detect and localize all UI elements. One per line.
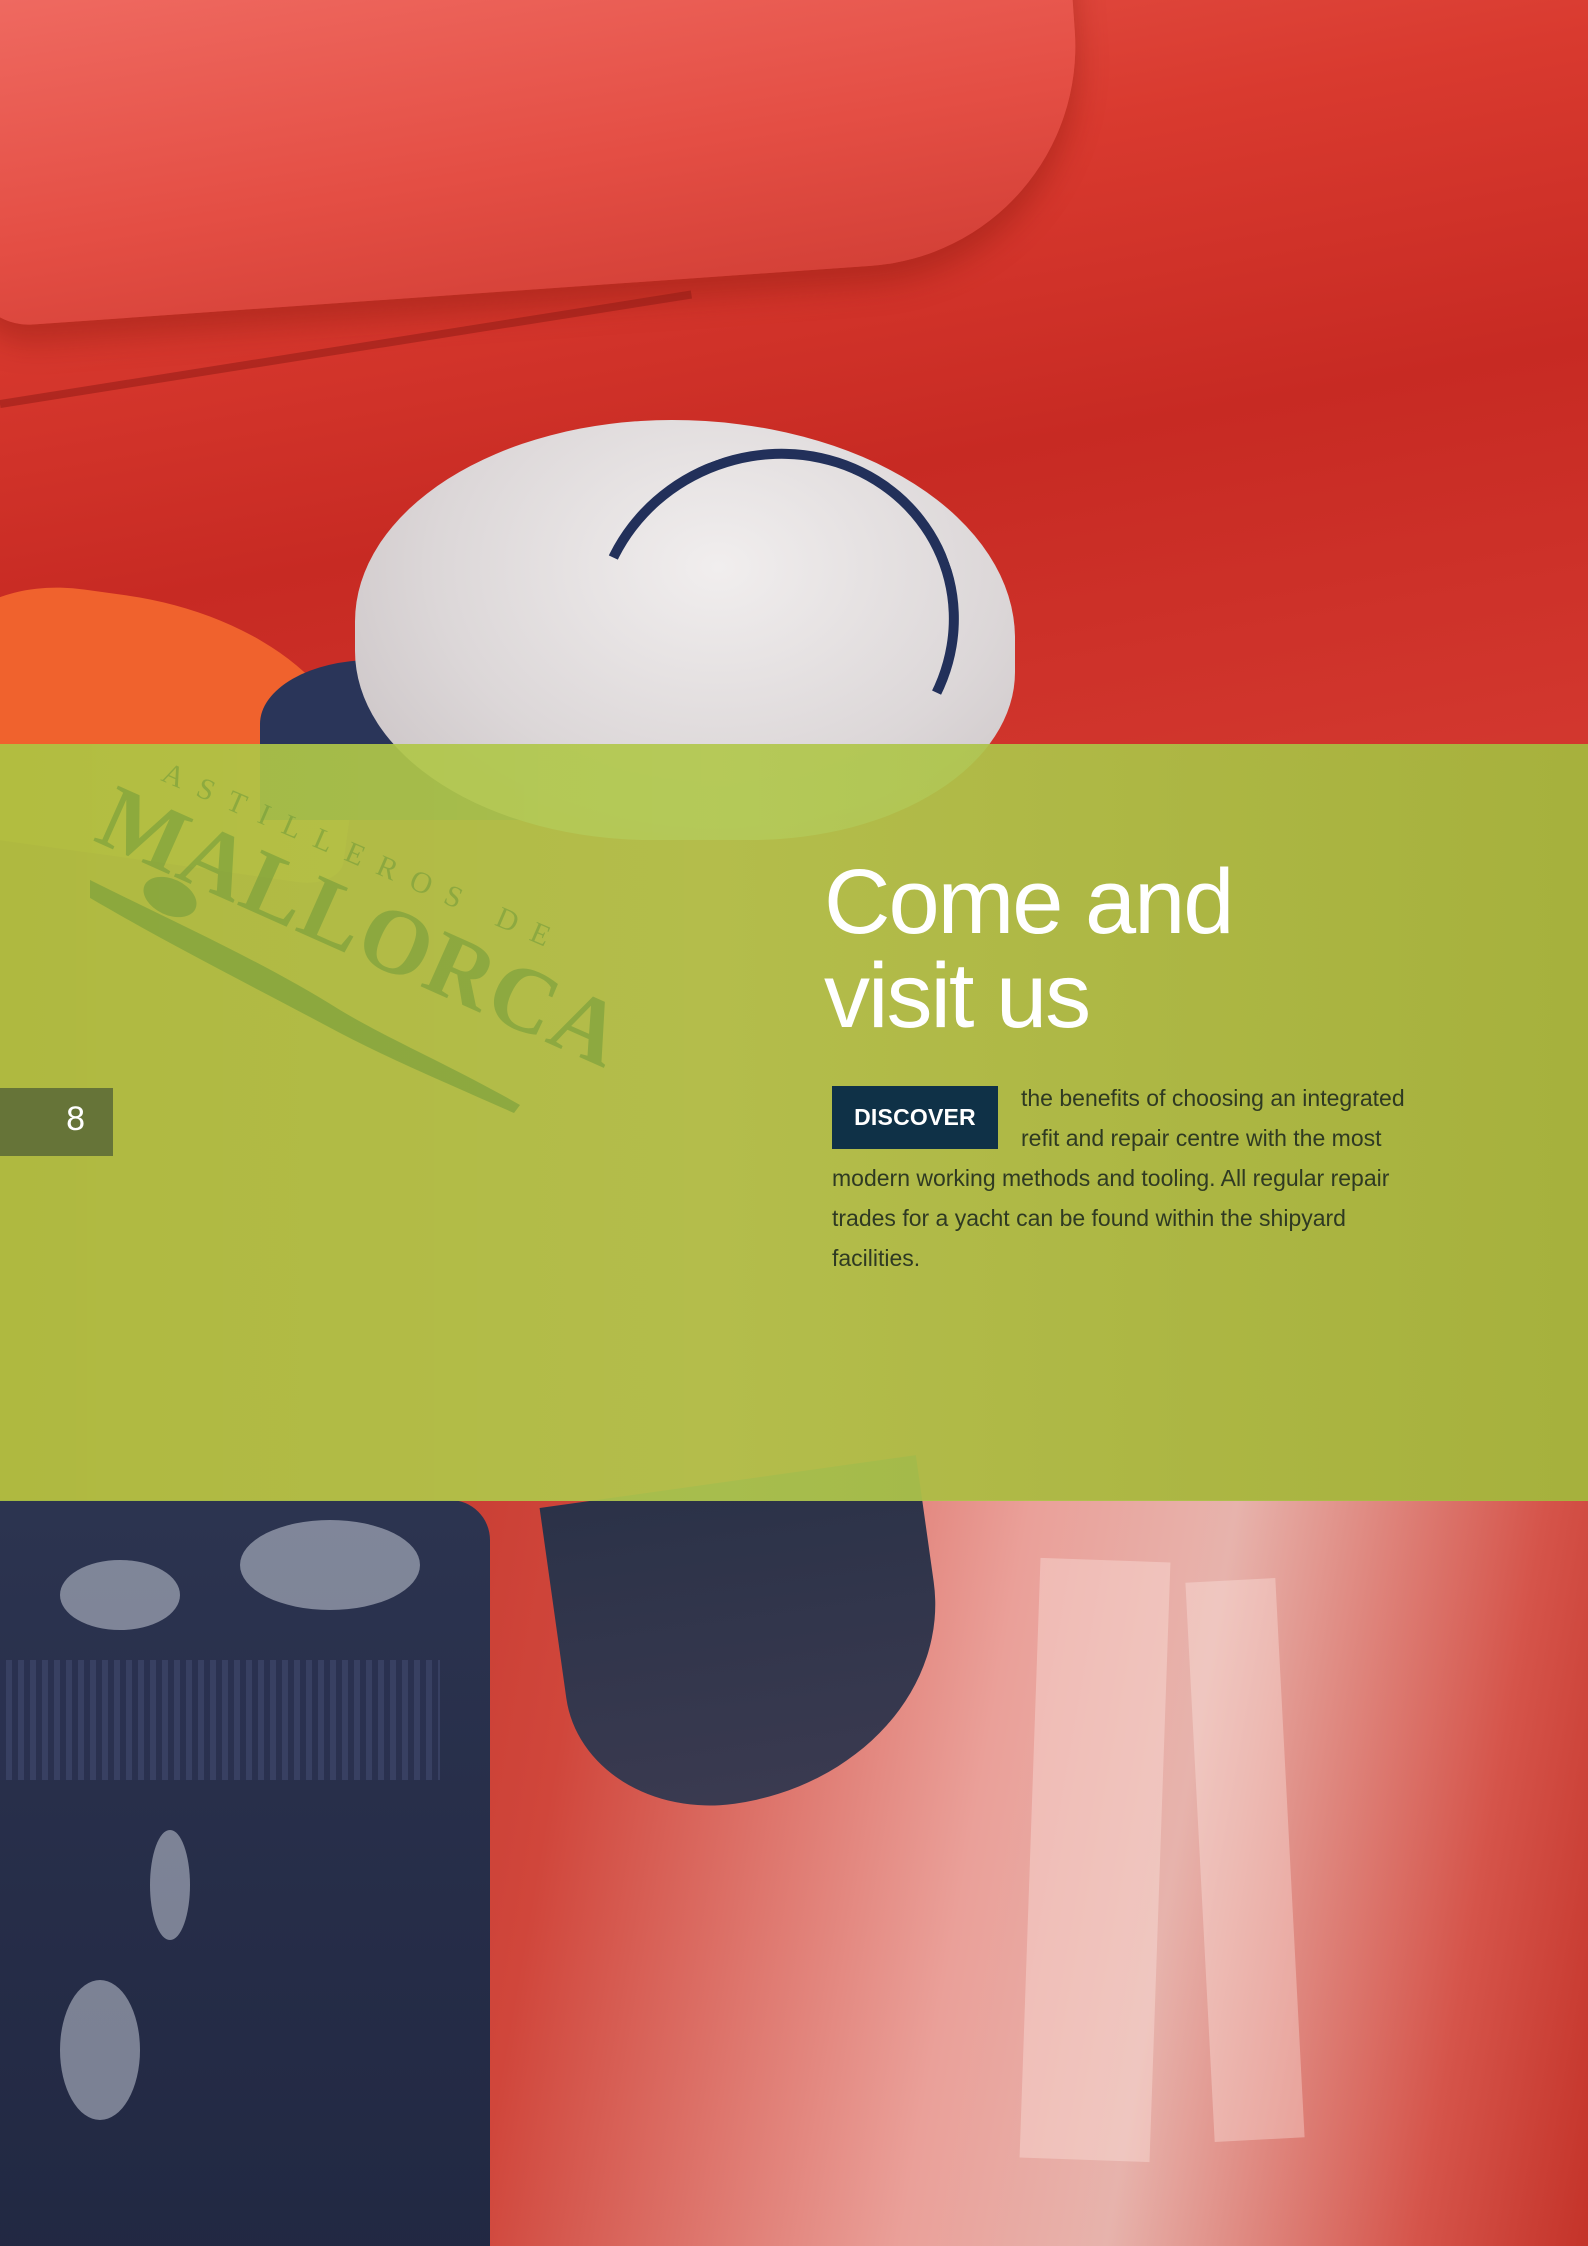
headline-line-2: visit us [824, 945, 1091, 1047]
page-number: 8 [66, 1100, 85, 1138]
paint-splatter [60, 1980, 140, 2120]
paint-splatter [60, 1560, 180, 1630]
paint-splatter [150, 1830, 190, 1940]
discover-button[interactable]: DISCOVER [832, 1086, 998, 1149]
paint-splatter [240, 1520, 420, 1610]
astilleros-de-mallorca-logo: ASTILLEROS DE MALLORCA [90, 756, 610, 1113]
page-number-tab: 8 [0, 1088, 113, 1156]
suit-waistband [0, 1660, 440, 1780]
headline-line-1: Come and [824, 851, 1234, 953]
paint-streak [1019, 1557, 1171, 2163]
page-title: Come and visit us [824, 855, 1424, 1043]
